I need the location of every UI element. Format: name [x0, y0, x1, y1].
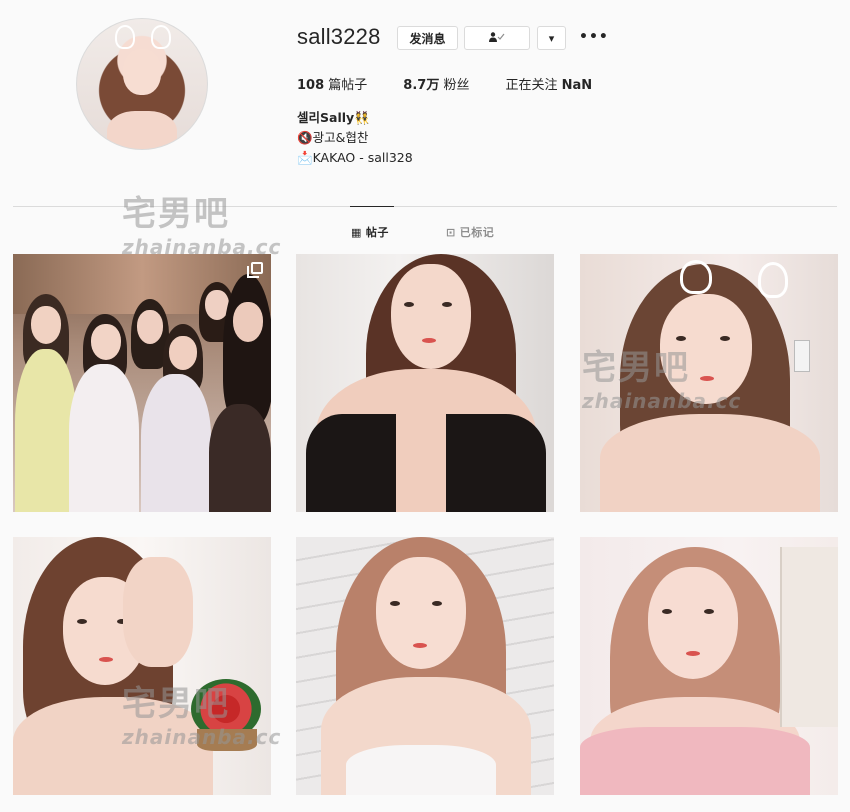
- multiple-photos-icon: [247, 262, 263, 278]
- following-count: NaN: [561, 78, 593, 93]
- chevron-down-icon: ▾: [548, 31, 555, 45]
- tab-posts[interactable]: ▦ 帖子: [351, 224, 389, 240]
- bio-name: 셀리Sally: [297, 110, 355, 125]
- suggested-dropdown-button[interactable]: ▾: [537, 26, 566, 50]
- post-photo-group: [13, 254, 271, 512]
- post-tile-3[interactable]: [580, 254, 838, 512]
- muted-speaker-icon: 🔇: [297, 130, 313, 145]
- profile-avatar[interactable]: [76, 18, 208, 150]
- post-photo-pink: [580, 537, 838, 795]
- bio-line-kakao: KAKAO - sall328: [312, 150, 413, 165]
- post-tile-2[interactable]: [296, 254, 554, 512]
- post-photo-flowers: [13, 537, 271, 795]
- tag-portrait-icon: ⊡: [446, 225, 456, 239]
- tab-posts-label: 帖子: [365, 226, 389, 239]
- bio-line-ads: 광고&협찬: [312, 130, 369, 145]
- posts-count: 108: [297, 78, 325, 93]
- tabs-divider: [13, 206, 837, 207]
- dancers-emoji-icon: 👯: [354, 110, 370, 125]
- tab-tagged[interactable]: ⊡ 已标记: [446, 224, 494, 240]
- posts-stat[interactable]: 108 篇帖子: [297, 74, 367, 93]
- followers-label: 粉丝: [443, 78, 470, 93]
- grid-icon: ▦: [351, 225, 362, 239]
- envelope-arrow-icon: 📩: [297, 150, 313, 165]
- followers-count: 8.7万: [403, 78, 440, 93]
- post-tile-5[interactable]: [296, 537, 554, 795]
- active-tab-indicator: [350, 206, 394, 207]
- post-photo-bunny-filter: [580, 254, 838, 512]
- tab-tagged-label: 已标记: [459, 226, 495, 239]
- following-stat[interactable]: 正在关注 NaN: [505, 74, 592, 93]
- post-tile-4[interactable]: [13, 537, 271, 795]
- person-check-icon: [489, 31, 505, 45]
- profile-bio: 셀리Sally👯 🔇광고&협찬 📩KAKAO - sall328: [297, 108, 413, 168]
- post-photo-selfie-black: [296, 254, 554, 512]
- post-tile-6[interactable]: [580, 537, 838, 795]
- post-tile-1[interactable]: [13, 254, 271, 512]
- post-photo-stairs: [296, 537, 554, 795]
- profile-tabs: ▦ 帖子 ⊡ 已标记: [0, 224, 850, 240]
- following-button[interactable]: [464, 26, 530, 50]
- followers-stat[interactable]: 8.7万 粉丝: [403, 74, 469, 93]
- avatar-photo: [77, 19, 207, 149]
- message-button[interactable]: 发消息: [397, 26, 458, 50]
- profile-stats: 108 篇帖子 8.7万 粉丝 正在关注 NaN: [297, 74, 628, 93]
- profile-username: sall3228: [297, 24, 381, 49]
- watermark-1: 宅男吧 zhainanba.cc: [122, 194, 282, 259]
- more-options-icon[interactable]: •••: [579, 30, 609, 44]
- following-label: 正在关注: [505, 78, 558, 93]
- posts-label: 篇帖子: [328, 78, 368, 93]
